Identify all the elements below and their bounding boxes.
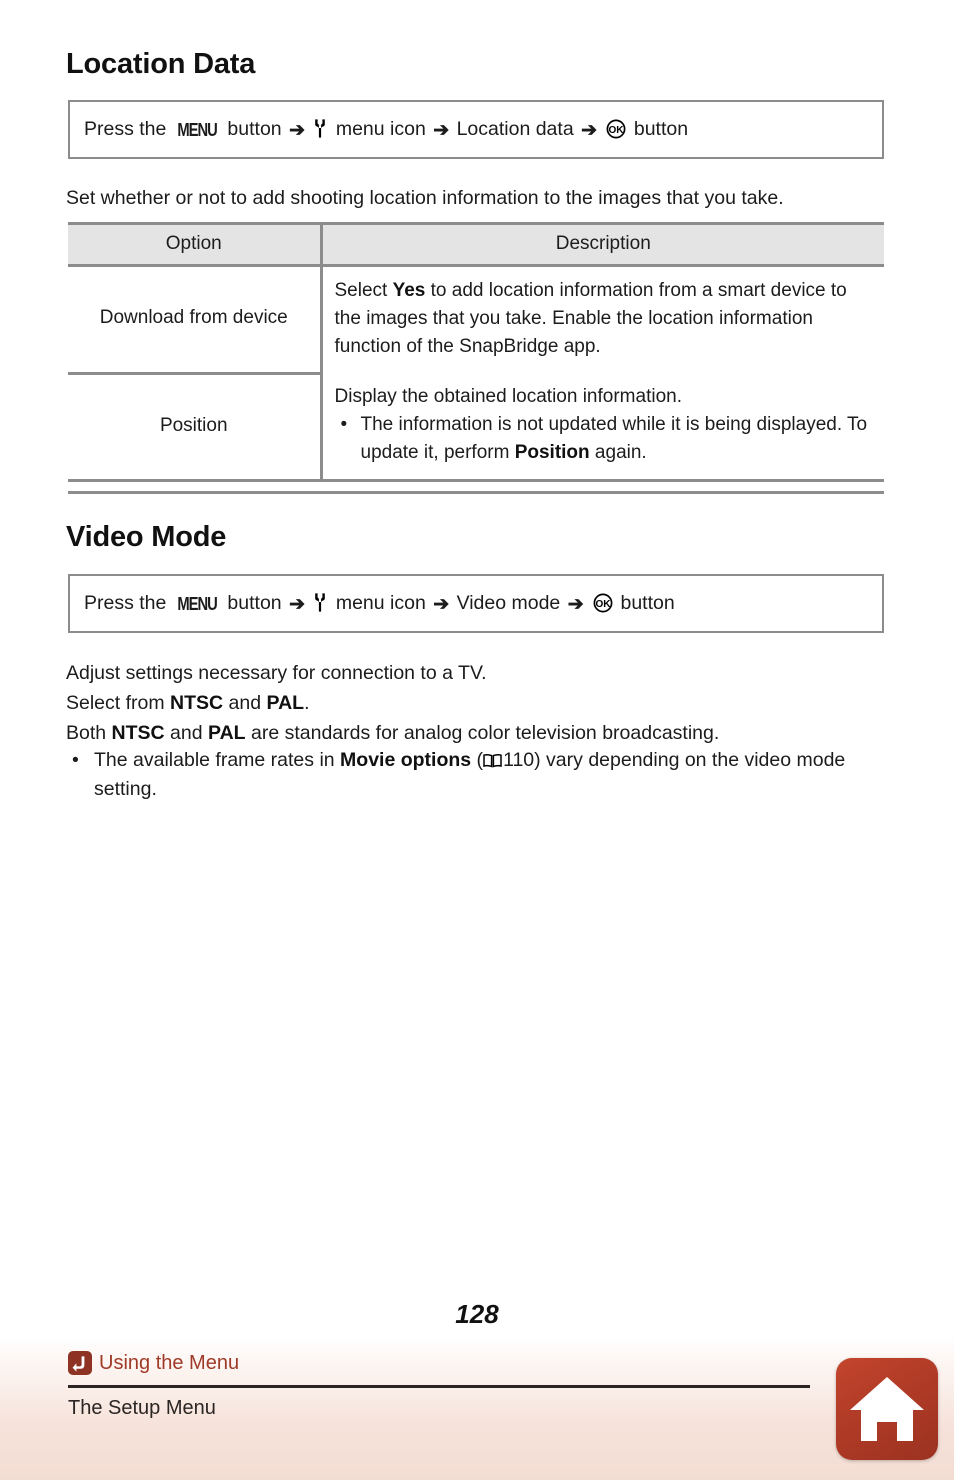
home-button[interactable] (836, 1358, 938, 1460)
video-mode-instruction-text: Press the MENU button ➔ menu icon ➔ Vide… (84, 592, 675, 616)
emphasis-text: PAL (266, 692, 305, 714)
instruction-button-word-1: button (227, 591, 282, 614)
home-icon (850, 1377, 924, 1441)
return-arrow-icon (68, 1351, 92, 1375)
plain-text: again. (589, 442, 647, 463)
plain-text: are standards for analog color televisio… (245, 722, 720, 744)
book-reference-icon (483, 748, 502, 768)
bullet-dot-icon: • (72, 749, 79, 771)
plain-text: Select from (66, 692, 171, 714)
plain-text: Both (66, 722, 112, 744)
video-mode-instruction-box: Press the MENU button ➔ menu icon ➔ Vide… (68, 574, 884, 633)
plain-text: ( (471, 749, 484, 771)
plain-text: Select (334, 280, 393, 301)
svg-text:OK: OK (609, 125, 625, 136)
menu-button-icon: MENU (177, 119, 218, 140)
location-data-instruction-text: Press the MENU button ➔ menu icon ➔ Loca… (84, 118, 688, 142)
instruction-menu-icon-label: menu icon (335, 591, 426, 614)
video-mode-paragraph-2: Select from NTSC and PAL. (66, 688, 888, 718)
rich-text: Both NTSC and PAL are standards for anal… (66, 722, 719, 744)
description-bullet-item: • The information is not updated while i… (335, 411, 875, 467)
table-cell-description-position: Display the obtained location informatio… (321, 373, 884, 482)
rich-text: The available frame rates in Movie optio… (94, 749, 845, 800)
rich-text: The information is not updated while it … (361, 414, 868, 463)
instruction-press-the: Press the (84, 591, 167, 614)
video-mode-paragraph-3: Both NTSC and PAL are standards for anal… (66, 718, 888, 748)
wrench-setup-menu-icon (313, 118, 327, 138)
table-header-description: Description (321, 222, 884, 267)
footer-divider (68, 1385, 810, 1388)
instruction-menu-item: Location data (456, 117, 574, 140)
location-data-intro-text: Set whether or not to add shooting locat… (66, 187, 784, 209)
rich-text: Select from NTSC and PAL. (66, 692, 310, 714)
table-header-row: Option Description (68, 222, 884, 267)
table-cell-description-download-from-device: Select Yes to add location information f… (321, 266, 884, 374)
arrow-right-icon-2: ➔ (433, 119, 450, 141)
ok-button-icon: OK (593, 593, 613, 613)
rich-text: Select Yes to add location information f… (335, 280, 847, 357)
plain-text: and (164, 722, 209, 744)
arrow-right-icon-3: ➔ (567, 593, 584, 615)
emphasis-text: NTSC (111, 722, 165, 744)
table-header-option: Option (68, 222, 323, 267)
menu-button-icon: MENU (177, 593, 218, 614)
location-data-options-table: Option Description Download from device … (68, 222, 884, 482)
instruction-press-the: Press the (84, 117, 167, 140)
emphasis-text: NTSC (170, 692, 224, 714)
emphasis-text: Position (514, 442, 590, 463)
bullet-dot-icon: • (340, 414, 348, 435)
video-mode-heading: Video Mode (66, 521, 227, 553)
emphasis-text: Movie options (340, 749, 472, 771)
plain-text: The available frame rates in (94, 749, 341, 771)
instruction-button-word-2: button (633, 117, 689, 140)
instruction-button-word-1: button (227, 117, 282, 140)
footer-back-link[interactable]: Using the Menu (68, 1351, 239, 1375)
video-mode-bullet-note: • The available frame rates in Movie opt… (66, 746, 888, 804)
svg-text:OK: OK (596, 599, 612, 610)
section-divider (68, 491, 884, 494)
emphasis-text: Yes (392, 280, 426, 301)
table-cell-option-position: Position (68, 373, 323, 482)
arrow-right-icon: ➔ (289, 119, 305, 141)
arrow-right-icon: ➔ (289, 593, 305, 615)
manual-page: Location Data Press the MENU button ➔ me… (0, 0, 954, 1480)
footer-subtitle: The Setup Menu (68, 1397, 216, 1419)
instruction-button-word-2: button (620, 591, 675, 614)
ok-button-icon: OK (606, 119, 626, 139)
location-data-heading: Location Data (66, 48, 256, 80)
bullet-item: • The available frame rates in Movie opt… (66, 746, 888, 804)
table-row: Download from device Select Yes to add l… (68, 265, 884, 375)
page-footer: Using the Menu The Setup Menu (0, 1337, 954, 1480)
footer-back-link-label: Using the Menu (99, 1351, 240, 1374)
page-number: 128 (455, 1299, 499, 1329)
description-lead-text: Display the obtained location informatio… (334, 386, 682, 407)
arrow-right-icon-2: ➔ (433, 593, 450, 615)
plain-text: and (223, 692, 267, 714)
instruction-menu-icon-label: menu icon (335, 117, 426, 140)
wrench-setup-menu-icon (313, 592, 327, 612)
table-row: Position Display the obtained location i… (68, 373, 884, 482)
emphasis-text: PAL (208, 722, 246, 744)
table-cell-option-download-from-device: Download from device (68, 265, 323, 375)
location-data-instruction-box: Press the MENU button ➔ menu icon ➔ Loca… (68, 100, 884, 159)
plain-text: . (304, 692, 310, 714)
instruction-menu-item: Video mode (456, 591, 561, 614)
arrow-right-icon-3: ➔ (581, 119, 598, 141)
video-mode-paragraph-1: Adjust settings necessary for connection… (66, 662, 487, 684)
